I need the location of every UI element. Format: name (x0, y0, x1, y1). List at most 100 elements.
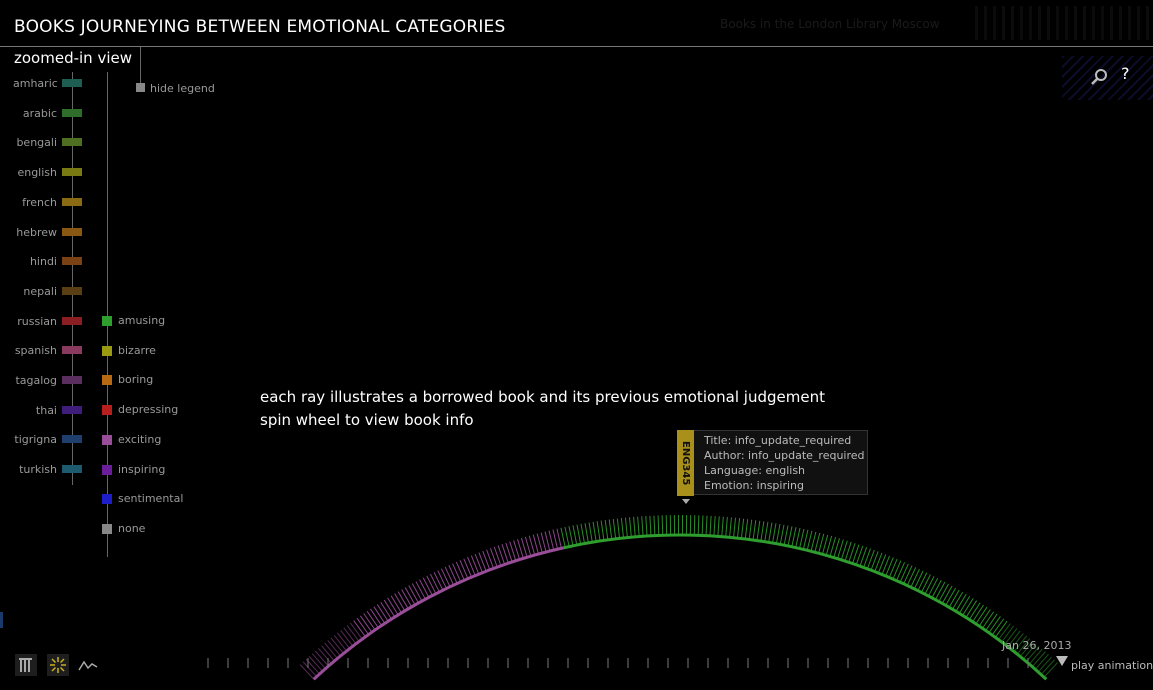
book-ray[interactable] (327, 640, 341, 657)
book-ray[interactable] (877, 554, 887, 574)
book-ray[interactable] (624, 517, 628, 538)
book-ray[interactable] (440, 568, 451, 587)
book-ray[interactable] (795, 527, 801, 548)
bar-view-button[interactable] (15, 654, 37, 676)
book-ray[interactable] (799, 528, 805, 549)
book-ray[interactable] (350, 622, 363, 640)
book-ray[interactable] (588, 522, 593, 543)
book-ray[interactable] (641, 516, 644, 537)
book-ray[interactable] (478, 552, 487, 572)
book-ray[interactable] (802, 529, 809, 550)
book-ray[interactable] (810, 531, 817, 552)
book-ray[interactable] (343, 627, 357, 645)
book-ray[interactable] (661, 515, 664, 536)
book-ray[interactable] (931, 579, 942, 599)
book-ray[interactable] (748, 519, 753, 540)
line-view-button[interactable] (77, 654, 99, 676)
book-ray[interactable] (913, 570, 924, 590)
book-ray[interactable] (768, 522, 773, 543)
book-ray[interactable] (419, 579, 430, 598)
wheel-view-button[interactable] (47, 654, 69, 676)
book-ray[interactable] (697, 515, 700, 536)
book-ray[interactable] (906, 567, 917, 586)
book-ray[interactable] (917, 572, 928, 591)
book-ray[interactable] (701, 515, 704, 536)
book-ray[interactable] (892, 560, 902, 580)
book-ray[interactable] (982, 611, 995, 629)
book-ray[interactable] (336, 632, 351, 649)
book-ray[interactable] (401, 589, 413, 608)
book-ray[interactable] (814, 532, 821, 553)
book-ray[interactable] (764, 521, 769, 542)
book-ray[interactable] (938, 583, 949, 602)
book-ray[interactable] (444, 566, 455, 586)
book-ray[interactable] (783, 525, 789, 546)
play-animation-button[interactable]: play animation (1071, 659, 1153, 672)
book-ray[interactable] (404, 587, 416, 606)
book-ray[interactable] (998, 623, 1011, 640)
book-ray[interactable] (426, 575, 437, 594)
timeline-marker-icon[interactable] (1056, 656, 1068, 666)
book-ray[interactable] (756, 520, 761, 541)
book-ray[interactable] (988, 616, 1001, 634)
book-ray[interactable] (576, 524, 582, 545)
book-ray[interactable] (633, 516, 636, 537)
timeline-axis[interactable] (200, 655, 1060, 669)
book-ray[interactable] (787, 526, 793, 547)
book-ray[interactable] (629, 517, 632, 538)
book-ray[interactable] (910, 568, 920, 588)
book-ray[interactable] (649, 515, 652, 536)
book-ray[interactable] (760, 521, 765, 542)
book-ray[interactable] (972, 604, 984, 623)
book-ray[interactable] (366, 610, 379, 629)
book-ray[interactable] (752, 520, 757, 541)
book-ray[interactable] (958, 596, 971, 614)
book-ray[interactable] (600, 520, 605, 541)
book-ray[interactable] (383, 599, 396, 618)
book-ray[interactable] (370, 608, 382, 626)
book-ray[interactable] (736, 518, 741, 539)
book-ray[interactable] (376, 604, 389, 622)
book-ray[interactable] (564, 526, 570, 547)
book-ray[interactable] (717, 516, 720, 537)
book-ray[interactable] (612, 518, 617, 539)
book-ray[interactable] (705, 515, 708, 536)
book-ray[interactable] (934, 581, 946, 600)
book-ray[interactable] (881, 555, 891, 575)
book-ray[interactable] (448, 565, 458, 584)
book-ray[interactable] (452, 563, 462, 583)
book-ray[interactable] (333, 635, 347, 652)
book-ray[interactable] (729, 517, 732, 538)
book-ray[interactable] (924, 576, 935, 595)
book-ray[interactable] (721, 516, 724, 537)
book-ray[interactable] (572, 525, 578, 546)
book-ray[interactable] (740, 518, 745, 539)
book-ray[interactable] (467, 556, 476, 576)
book-ray[interactable] (725, 516, 728, 537)
book-ray[interactable] (955, 593, 967, 612)
book-ray[interactable] (592, 521, 597, 542)
book-ray[interactable] (463, 558, 473, 578)
book-ray[interactable] (870, 551, 879, 571)
book-ray[interactable] (806, 530, 813, 551)
book-ray[interactable] (978, 609, 991, 627)
book-ray[interactable] (733, 517, 737, 538)
book-ray[interactable] (482, 550, 491, 570)
book-ray[interactable] (429, 573, 440, 593)
book-ray[interactable] (556, 528, 562, 549)
book-ray[interactable] (744, 519, 749, 540)
book-ray[interactable] (408, 585, 419, 604)
book-ray[interactable] (637, 516, 640, 537)
book-ray[interactable] (874, 552, 883, 572)
book-ray[interactable] (899, 563, 909, 583)
book-ray[interactable] (387, 597, 399, 616)
book-ray[interactable] (330, 637, 344, 654)
book-ray[interactable] (779, 524, 785, 545)
book-ray[interactable] (596, 521, 601, 542)
book-ray[interactable] (896, 562, 906, 581)
book-ray[interactable] (544, 531, 551, 552)
book-ray[interactable] (653, 515, 656, 536)
book-ray[interactable] (560, 527, 566, 548)
book-ray[interactable] (985, 613, 998, 631)
book-ray[interactable] (775, 523, 781, 544)
